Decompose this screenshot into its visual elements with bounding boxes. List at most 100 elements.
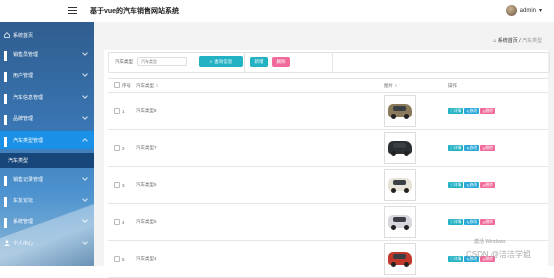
sidebar-item-salesperson[interactable]: 销售员管理	[0, 45, 94, 63]
user-menu[interactable]: admin ▾	[505, 5, 542, 16]
table-row: 2 汽车类型7 ⓘ 详情 ✎ 修改 ✕ 删除	[108, 129, 548, 167]
car-shape	[388, 252, 412, 267]
edit-label: 修改	[469, 145, 478, 150]
sidebar-item-label: 销售记录管理	[13, 176, 44, 183]
grid-icon	[4, 197, 10, 207]
detail-button[interactable]: ⓘ 详情	[448, 145, 464, 151]
sidebar-item-car-info[interactable]: 汽车信息管理	[0, 88, 94, 106]
row-name: 汽车类型4	[136, 240, 384, 278]
edit-button[interactable]: ✎ 修改	[464, 219, 480, 225]
header-name[interactable]: 汽车类型 ⇕	[136, 78, 384, 93]
row-checkbox[interactable]	[114, 107, 120, 114]
car-shape	[388, 215, 412, 230]
row-delete-button[interactable]: ✕ 删除	[480, 219, 495, 225]
sidebar-item-profile[interactable]: 个人中心	[0, 234, 94, 252]
username: admin	[519, 7, 536, 14]
breadcrumb-current: 汽车类型	[521, 38, 542, 44]
car-shape	[388, 104, 412, 119]
edit-label: 修改	[469, 182, 478, 187]
breadcrumb-separator: /	[519, 38, 521, 44]
row-delete-button[interactable]: ✕ 删除	[480, 145, 495, 151]
header-name-label: 汽车类型	[136, 82, 154, 88]
row-index: 5	[122, 240, 136, 278]
data-table: 序号 汽车类型 ⇕ 图片 ⇕ 操作 1 汽车类型8 ⓘ 详情 ✎ 修改 ✕ 删除 2 汽车类…	[108, 78, 548, 278]
sidebar-item-forum[interactable]: 车友论坛	[0, 191, 94, 209]
row-delete-button[interactable]: ✕ 删除	[480, 182, 495, 188]
sidebar-item-label: 品牌管理	[13, 115, 34, 122]
chevron-down-icon	[82, 93, 88, 99]
search-button[interactable]: ⌕ 查询信息	[199, 56, 243, 67]
sidebar-item-home[interactable]: 系统首页	[0, 26, 94, 44]
main-content: ⌂ 系统首页 / 汽车类型 汽车类型 ⌕ 查询信息 新增 删除 序号 汽车类型 …	[94, 22, 554, 278]
sidebar-item-system[interactable]: 系统管理	[0, 212, 94, 230]
detail-label: 详情	[453, 256, 462, 261]
chevron-up-icon	[82, 138, 88, 144]
delete-label: 删除	[485, 182, 493, 187]
select-all-checkbox[interactable]	[114, 82, 120, 88]
home-icon: ⌂	[493, 38, 497, 44]
chevron-down-icon: ▾	[538, 8, 542, 14]
search-label: 汽车类型	[115, 59, 133, 64]
row-checkbox[interactable]	[114, 181, 120, 188]
detail-button[interactable]: ⓘ 详情	[448, 182, 464, 188]
edit-button[interactable]: ✎ 修改	[464, 108, 480, 114]
grid-icon	[4, 94, 10, 104]
sidebar-item-brand[interactable]: 品牌管理	[0, 109, 94, 127]
row-name: 汽车类型8	[136, 92, 384, 130]
search-input[interactable]	[137, 57, 187, 66]
row-checkbox[interactable]	[114, 218, 120, 225]
edit-label: 修改	[469, 108, 478, 113]
search-icon: ⌕	[209, 59, 213, 64]
sidebar-item-label: 用户管理	[13, 72, 34, 79]
detail-button[interactable]: ⓘ 详情	[448, 256, 464, 262]
content-card: 汽车类型 ⌕ 查询信息 新增 删除 序号 汽车类型 ⇕ 图片 ⇕ 操作 1汽车类	[104, 50, 550, 278]
chevron-down-icon	[82, 71, 88, 77]
breadcrumb-home[interactable]: 系统首页	[498, 38, 518, 44]
row-checkbox[interactable]	[114, 255, 120, 262]
grid-icon	[4, 176, 10, 186]
sidebar-item-label: 个人中心	[13, 240, 34, 247]
sidebar-item-users[interactable]: 用户管理	[0, 66, 94, 84]
header-ops: 操作	[448, 78, 548, 93]
csdn-watermark: CSDN @洁洁学姐	[466, 250, 532, 259]
car-image	[384, 206, 416, 238]
table-row: 4 汽车类型5 ⓘ 详情 ✎ 修改 ✕ 删除	[108, 203, 548, 241]
edit-button[interactable]: ✎ 修改	[464, 145, 480, 151]
row-index: 3	[122, 166, 136, 204]
sort-icon[interactable]: ⇕	[394, 83, 397, 88]
row-checkbox[interactable]	[114, 144, 120, 151]
sidebar-item-label: 汽车类型管理	[13, 137, 44, 144]
avatar	[505, 5, 517, 16]
table-row: 3 汽车类型6 ⓘ 详情 ✎ 修改 ✕ 删除	[108, 166, 548, 204]
sidebar-item-car-type[interactable]: 汽车类型管理	[0, 131, 94, 149]
sidebar-item-sales-records[interactable]: 销售记录管理	[0, 170, 94, 188]
detail-button[interactable]: ⓘ 详情	[448, 219, 464, 225]
sidebar-item-label: 系统首页	[13, 32, 34, 39]
chevron-down-icon	[82, 114, 88, 120]
grid-icon	[4, 115, 10, 125]
detail-label: 详情	[453, 108, 462, 113]
row-delete-button[interactable]: ✕ 删除	[480, 108, 495, 114]
header-image[interactable]: 图片 ⇕	[384, 78, 448, 93]
chevron-down-icon	[82, 196, 88, 202]
row-name: 汽车类型6	[136, 166, 384, 204]
detail-label: 详情	[453, 219, 462, 224]
car-shape	[388, 141, 412, 156]
submenu-car-type[interactable]: 汽车类型	[0, 153, 94, 168]
row-index: 1	[122, 92, 136, 130]
menu-toggle-icon[interactable]	[68, 7, 77, 15]
edit-button[interactable]: ✎ 修改	[464, 182, 480, 188]
add-button[interactable]: 新增	[250, 57, 268, 67]
detail-label: 详情	[453, 182, 462, 187]
row-name: 汽车类型7	[136, 129, 384, 167]
windows-activation-text: 激活 Windows	[474, 239, 506, 245]
car-image	[384, 95, 416, 127]
app-title: 基于vue的汽车销售网站系统	[90, 8, 180, 15]
sort-icon[interactable]: ⇕	[155, 83, 158, 88]
table-row: 1 汽车类型8 ⓘ 详情 ✎ 修改 ✕ 删除	[108, 92, 548, 130]
sidebar-item-label: 车友论坛	[13, 197, 34, 204]
delete-button[interactable]: 删除	[272, 57, 290, 67]
action-panel: 新增 删除	[244, 52, 550, 73]
detail-button[interactable]: ⓘ 详情	[448, 108, 464, 114]
user-icon	[4, 240, 10, 246]
